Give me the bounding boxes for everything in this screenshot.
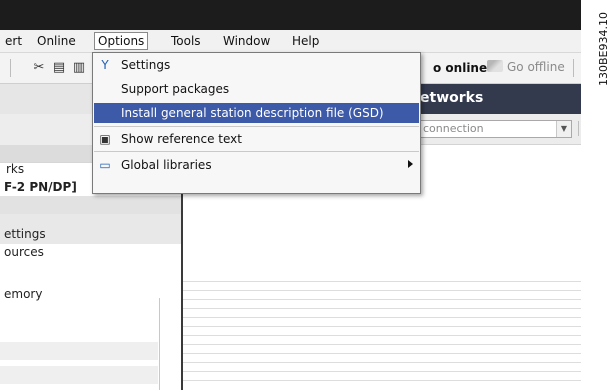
editor-title: etworks	[420, 90, 484, 106]
grid-line	[183, 344, 581, 345]
menu-online[interactable]: Online	[37, 34, 76, 48]
grid-line	[183, 353, 581, 354]
menu-item-global-libraries-label: Global libraries	[121, 158, 212, 172]
menu-item-install-gsd[interactable]: Install general station description file…	[94, 103, 419, 123]
editor-toolbar-separator	[578, 121, 579, 136]
toolbar-separator-right	[573, 59, 574, 77]
plug-icon	[487, 60, 503, 72]
menu-tools[interactable]: Tools	[171, 34, 201, 48]
copy-icon[interactable]: ▤	[52, 61, 66, 75]
tia-portal-window: ert Online Options Tools Window Help ✂ ▤…	[0, 0, 581, 390]
menu-item-show-reference-text[interactable]: ▣ Show reference text	[94, 129, 419, 149]
figure-code-label: 130BE934.10	[597, 12, 609, 86]
book-icon: ▭	[99, 158, 111, 172]
grid-line	[183, 281, 581, 282]
menu-separator-2	[94, 151, 419, 152]
reference-text-icon: ▣	[99, 132, 111, 146]
tree-item-resources[interactable]: ources	[4, 245, 44, 259]
grid-line	[183, 299, 581, 300]
left-panel-stripe	[0, 342, 158, 360]
menu-help[interactable]: Help	[292, 34, 319, 48]
toolbar-separator	[10, 59, 11, 77]
grid-line	[183, 317, 581, 318]
tree-item-memory[interactable]: emory	[4, 287, 42, 301]
options-menu-dropdown: Y Settings Support packages Install gene…	[92, 52, 421, 194]
grid-line	[183, 326, 581, 327]
grid-line	[183, 362, 581, 363]
go-offline-label: Go offline	[507, 60, 565, 74]
left-panel-section	[0, 196, 181, 214]
submenu-arrow-icon	[408, 160, 413, 168]
menu-window[interactable]: Window	[223, 34, 270, 48]
grid-line	[183, 371, 581, 372]
left-panel-divider	[159, 298, 160, 390]
menu-insert-partial[interactable]: ert	[5, 34, 22, 48]
grid-line	[183, 335, 581, 336]
connection-select[interactable]: connection ▼	[419, 120, 572, 138]
menu-item-global-libraries[interactable]: ▭ Global libraries	[94, 155, 419, 175]
scissors-icon[interactable]: ✂	[32, 61, 46, 75]
menu-item-support-packages-label: Support packages	[121, 82, 230, 96]
connection-select-value: connection	[423, 122, 484, 135]
tree-item-networks[interactable]: rks	[6, 162, 24, 176]
tree-item-settings[interactable]: ettings	[4, 227, 46, 241]
menu-item-support-packages[interactable]: Support packages	[94, 79, 419, 99]
paste-icon[interactable]: ▥	[72, 61, 86, 75]
menu-options[interactable]: Options	[94, 32, 149, 50]
go-online-button[interactable]: o online	[433, 61, 487, 75]
menu-bar: ert Online Options Tools Window Help	[0, 30, 581, 53]
menu-item-install-gsd-label: Install general station description file…	[121, 106, 384, 120]
wrench-icon: Y	[101, 58, 109, 72]
figure-code: 130BE934.10	[587, 2, 609, 388]
left-panel-stripe-2	[0, 366, 158, 384]
menu-item-show-reference-text-label: Show reference text	[121, 132, 242, 146]
grid-line	[183, 290, 581, 291]
menu-separator	[94, 126, 419, 127]
chevron-down-icon[interactable]: ▼	[556, 121, 571, 137]
grid-line	[183, 308, 581, 309]
title-bar	[0, 0, 581, 30]
tree-item-device[interactable]: F-2 PN/DP]	[4, 180, 77, 194]
grid-line	[183, 380, 581, 381]
menu-item-settings-label: Settings	[121, 58, 171, 72]
menu-item-settings[interactable]: Y Settings	[94, 55, 419, 75]
go-offline-button[interactable]: Go offline	[487, 60, 565, 74]
